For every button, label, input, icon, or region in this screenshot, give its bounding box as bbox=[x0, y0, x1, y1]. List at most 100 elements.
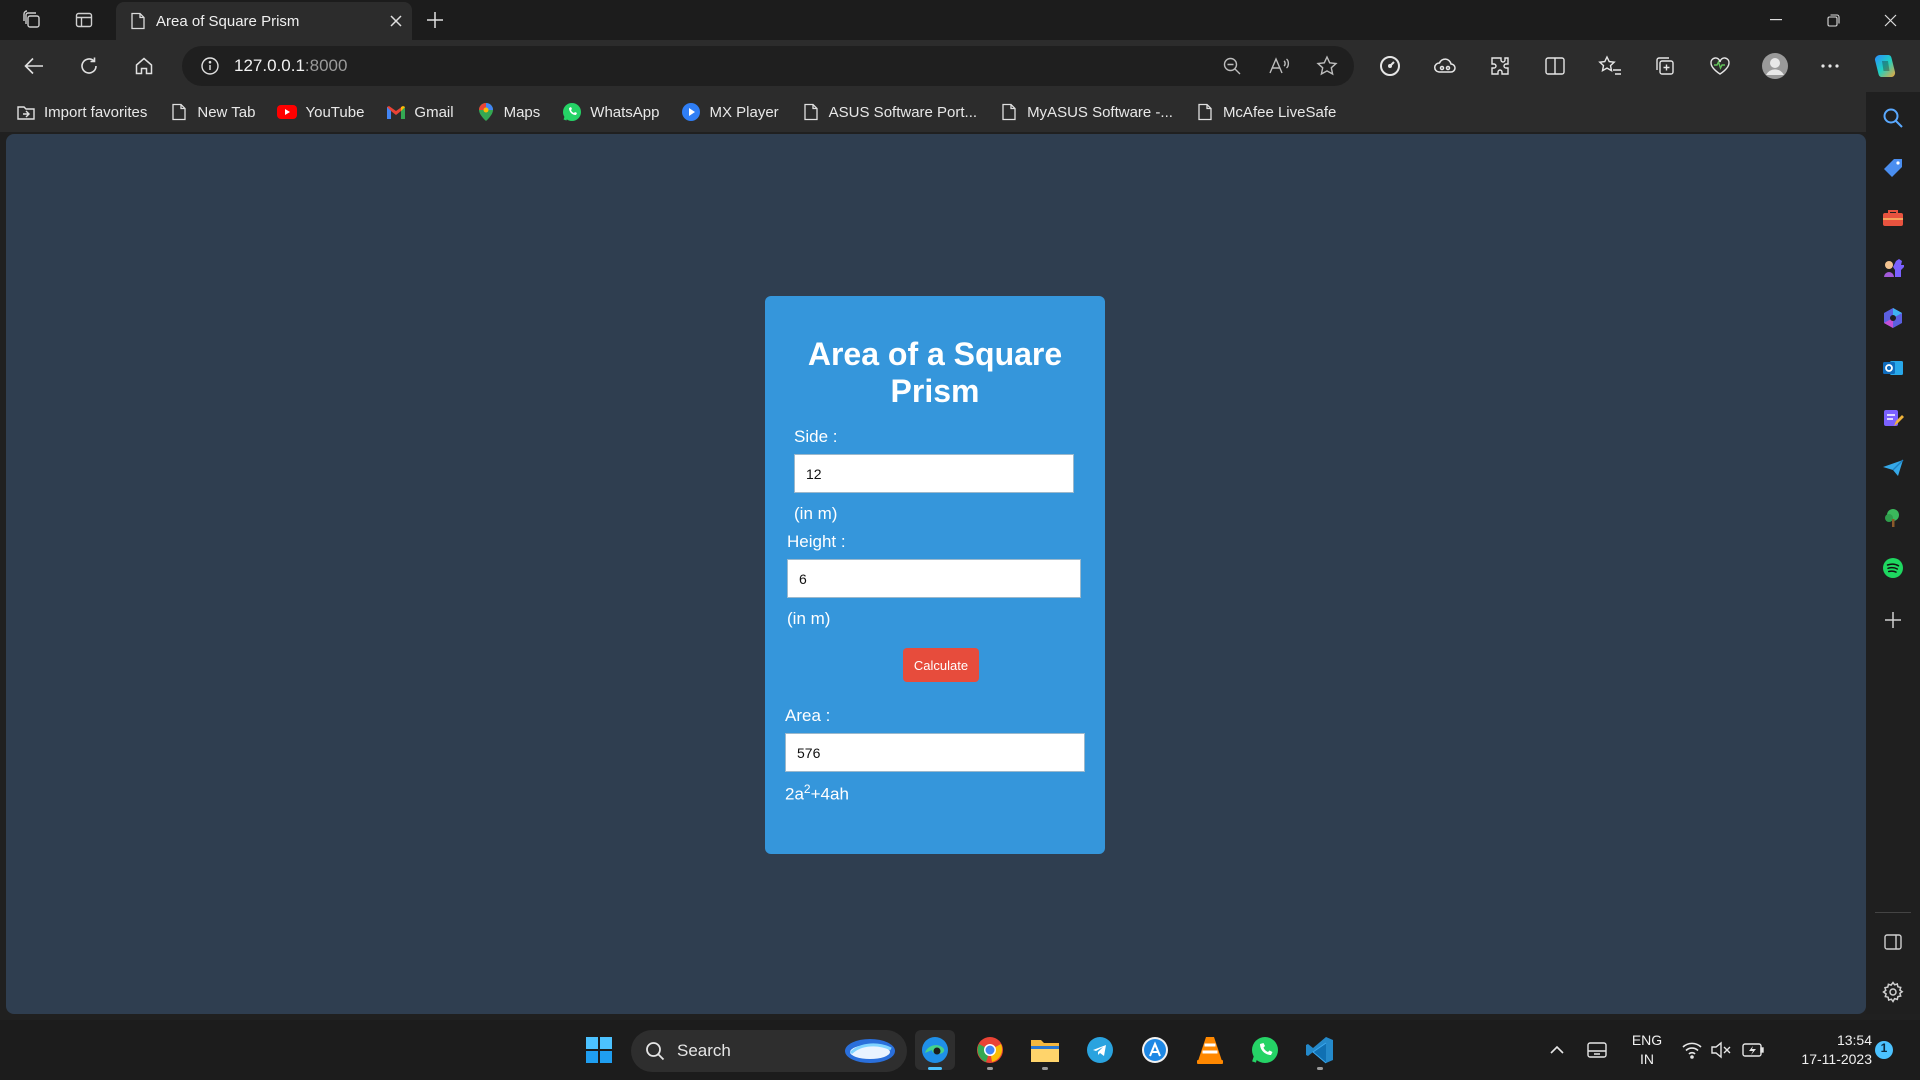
zoom-out-icon[interactable] bbox=[1222, 56, 1242, 76]
edge-browser-icon[interactable] bbox=[915, 1030, 955, 1070]
tools-briefcase-icon[interactable] bbox=[1873, 198, 1913, 238]
spotify-icon[interactable] bbox=[1873, 548, 1913, 588]
whatsapp-icon[interactable] bbox=[1245, 1030, 1285, 1070]
favorites-list-icon[interactable] bbox=[1590, 46, 1630, 86]
clock-date: 17-11-2023 bbox=[1801, 1051, 1872, 1067]
fav-whatsapp[interactable]: WhatsApp bbox=[562, 102, 659, 122]
language-code: ENG bbox=[1631, 1032, 1663, 1048]
tab-title: Area of Square Prism bbox=[156, 12, 300, 30]
clock-time: 13:54 bbox=[1836, 1032, 1872, 1048]
height-input[interactable]: 6 bbox=[787, 559, 1081, 598]
fav-myasus-software[interactable]: MyASUS Software -... bbox=[999, 102, 1173, 122]
url-host: 127.0.0.1 bbox=[234, 56, 305, 75]
fav-asus-software-portal[interactable]: ASUS Software Port... bbox=[801, 102, 977, 122]
site-info-icon[interactable] bbox=[200, 56, 220, 76]
performance-icon[interactable] bbox=[1370, 46, 1410, 86]
back-icon[interactable] bbox=[14, 46, 54, 86]
show-hidden-icons-chevron-icon[interactable] bbox=[1537, 1030, 1577, 1070]
microsoft-365-icon[interactable] bbox=[1873, 298, 1913, 338]
fav-mx-player[interactable]: MX Player bbox=[681, 102, 779, 122]
fav-new-tab[interactable]: New Tab bbox=[169, 102, 255, 122]
formula-exponent: 2 bbox=[803, 782, 811, 796]
fav-maps[interactable]: Maps bbox=[476, 102, 541, 122]
page-viewport: Area of a Square Prism Side : 12 (in m) … bbox=[6, 134, 1866, 1014]
fav-label: YouTube bbox=[305, 103, 365, 121]
collections-icon[interactable] bbox=[1645, 46, 1685, 86]
gmail-icon bbox=[386, 102, 406, 122]
copilot-icon[interactable] bbox=[1865, 46, 1905, 86]
page-icon bbox=[130, 12, 146, 30]
fav-label: Gmail bbox=[414, 103, 454, 121]
windows-taskbar: Search ENG IN 13:54 17-11-2023 1 bbox=[0, 1020, 1920, 1080]
taskbar-search[interactable]: Search bbox=[631, 1030, 907, 1072]
region-code: IN bbox=[1640, 1051, 1654, 1067]
touch-keyboard-icon[interactable] bbox=[1577, 1030, 1617, 1070]
whatsapp-icon bbox=[562, 102, 582, 122]
tab-actions-icon[interactable] bbox=[64, 0, 104, 40]
games-icon[interactable] bbox=[1873, 248, 1913, 288]
vscode-icon[interactable] bbox=[1300, 1030, 1340, 1070]
side-unit: (in m) bbox=[794, 504, 838, 523]
side-label: Side : bbox=[794, 427, 838, 446]
fav-label: WhatsApp bbox=[590, 103, 660, 121]
clock[interactable]: 13:54 17-11-2023 bbox=[1776, 1031, 1872, 1069]
search-label: Search bbox=[677, 1041, 731, 1060]
home-icon[interactable] bbox=[124, 46, 164, 86]
add-sidebar-app-icon[interactable] bbox=[1873, 600, 1913, 640]
workspaces-icon[interactable] bbox=[12, 0, 52, 40]
drop-edit-icon[interactable] bbox=[1873, 398, 1913, 438]
tab-area-of-square-prism[interactable]: Area of Square Prism bbox=[116, 2, 412, 40]
app-store-icon[interactable] bbox=[1135, 1030, 1175, 1070]
sidebar-divider bbox=[1875, 912, 1911, 913]
new-tab-icon[interactable] bbox=[415, 0, 455, 40]
fav-label: Maps bbox=[503, 103, 541, 121]
fav-gmail[interactable]: Gmail bbox=[386, 102, 454, 122]
search-icon[interactable] bbox=[1873, 98, 1913, 138]
browser-essentials-icon[interactable] bbox=[1700, 46, 1740, 86]
more-options-icon[interactable] bbox=[1810, 46, 1850, 86]
outlook-icon[interactable] bbox=[1873, 348, 1913, 388]
page-icon bbox=[169, 102, 189, 122]
read-aloud-icon[interactable] bbox=[1268, 56, 1290, 76]
notification-count: 1 bbox=[1880, 1041, 1888, 1055]
extensions-icon[interactable] bbox=[1480, 46, 1520, 86]
navigation-bar: 127.0.0.1:8000 bbox=[0, 40, 1920, 92]
telegram-icon[interactable] bbox=[1080, 1030, 1120, 1070]
settings-gear-icon[interactable] bbox=[1873, 972, 1913, 1012]
calculator-card: Area of a Square Prism Side : 12 (in m) … bbox=[765, 296, 1105, 854]
language-indicator[interactable]: ENG IN bbox=[1622, 1031, 1672, 1069]
restore-icon[interactable] bbox=[1806, 0, 1860, 40]
area-formula: 2a2+4ah bbox=[785, 782, 849, 805]
vlc-icon[interactable] bbox=[1190, 1030, 1230, 1070]
windows-start-icon[interactable] bbox=[579, 1030, 619, 1070]
area-label: Area : bbox=[785, 706, 831, 725]
fav-import-favorites[interactable]: Import favorites bbox=[16, 102, 147, 122]
side-input[interactable]: 12 bbox=[794, 454, 1074, 493]
fav-label: ASUS Software Port... bbox=[828, 103, 978, 121]
profile-avatar-icon[interactable] bbox=[1755, 46, 1795, 86]
extension-puzzle-cloud-icon[interactable] bbox=[1425, 46, 1465, 86]
favorite-star-icon[interactable] bbox=[1316, 55, 1338, 77]
telegram-send-icon[interactable] bbox=[1873, 448, 1913, 488]
close-window-icon[interactable] bbox=[1863, 0, 1917, 40]
minimize-icon[interactable] bbox=[1749, 0, 1803, 40]
fav-youtube[interactable]: YouTube bbox=[277, 102, 364, 122]
shopping-tag-icon[interactable] bbox=[1873, 148, 1913, 188]
page-icon bbox=[1195, 102, 1215, 122]
calculate-button[interactable]: Calculate bbox=[903, 648, 979, 682]
battery-charging-icon[interactable] bbox=[1733, 1030, 1773, 1070]
area-output[interactable]: 576 bbox=[785, 733, 1085, 772]
url-port: :8000 bbox=[304, 56, 348, 75]
hide-sidebar-icon[interactable] bbox=[1873, 922, 1913, 962]
chrome-icon[interactable] bbox=[970, 1030, 1010, 1070]
notification-badge[interactable]: 1 bbox=[1864, 1030, 1904, 1070]
refresh-icon[interactable] bbox=[69, 46, 109, 86]
address-bar[interactable]: 127.0.0.1:8000 bbox=[182, 46, 1354, 86]
split-screen-icon[interactable] bbox=[1535, 46, 1575, 86]
fav-mcafee-livesafe[interactable]: McAfee LiveSafe bbox=[1195, 102, 1336, 122]
close-tab-icon[interactable] bbox=[390, 15, 402, 27]
fav-label: MX Player bbox=[709, 103, 779, 121]
favorites-bar: Import favorites New Tab YouTube Gmail M… bbox=[0, 92, 1920, 132]
file-explorer-icon[interactable] bbox=[1025, 1030, 1065, 1070]
tree-icon[interactable] bbox=[1873, 498, 1913, 538]
